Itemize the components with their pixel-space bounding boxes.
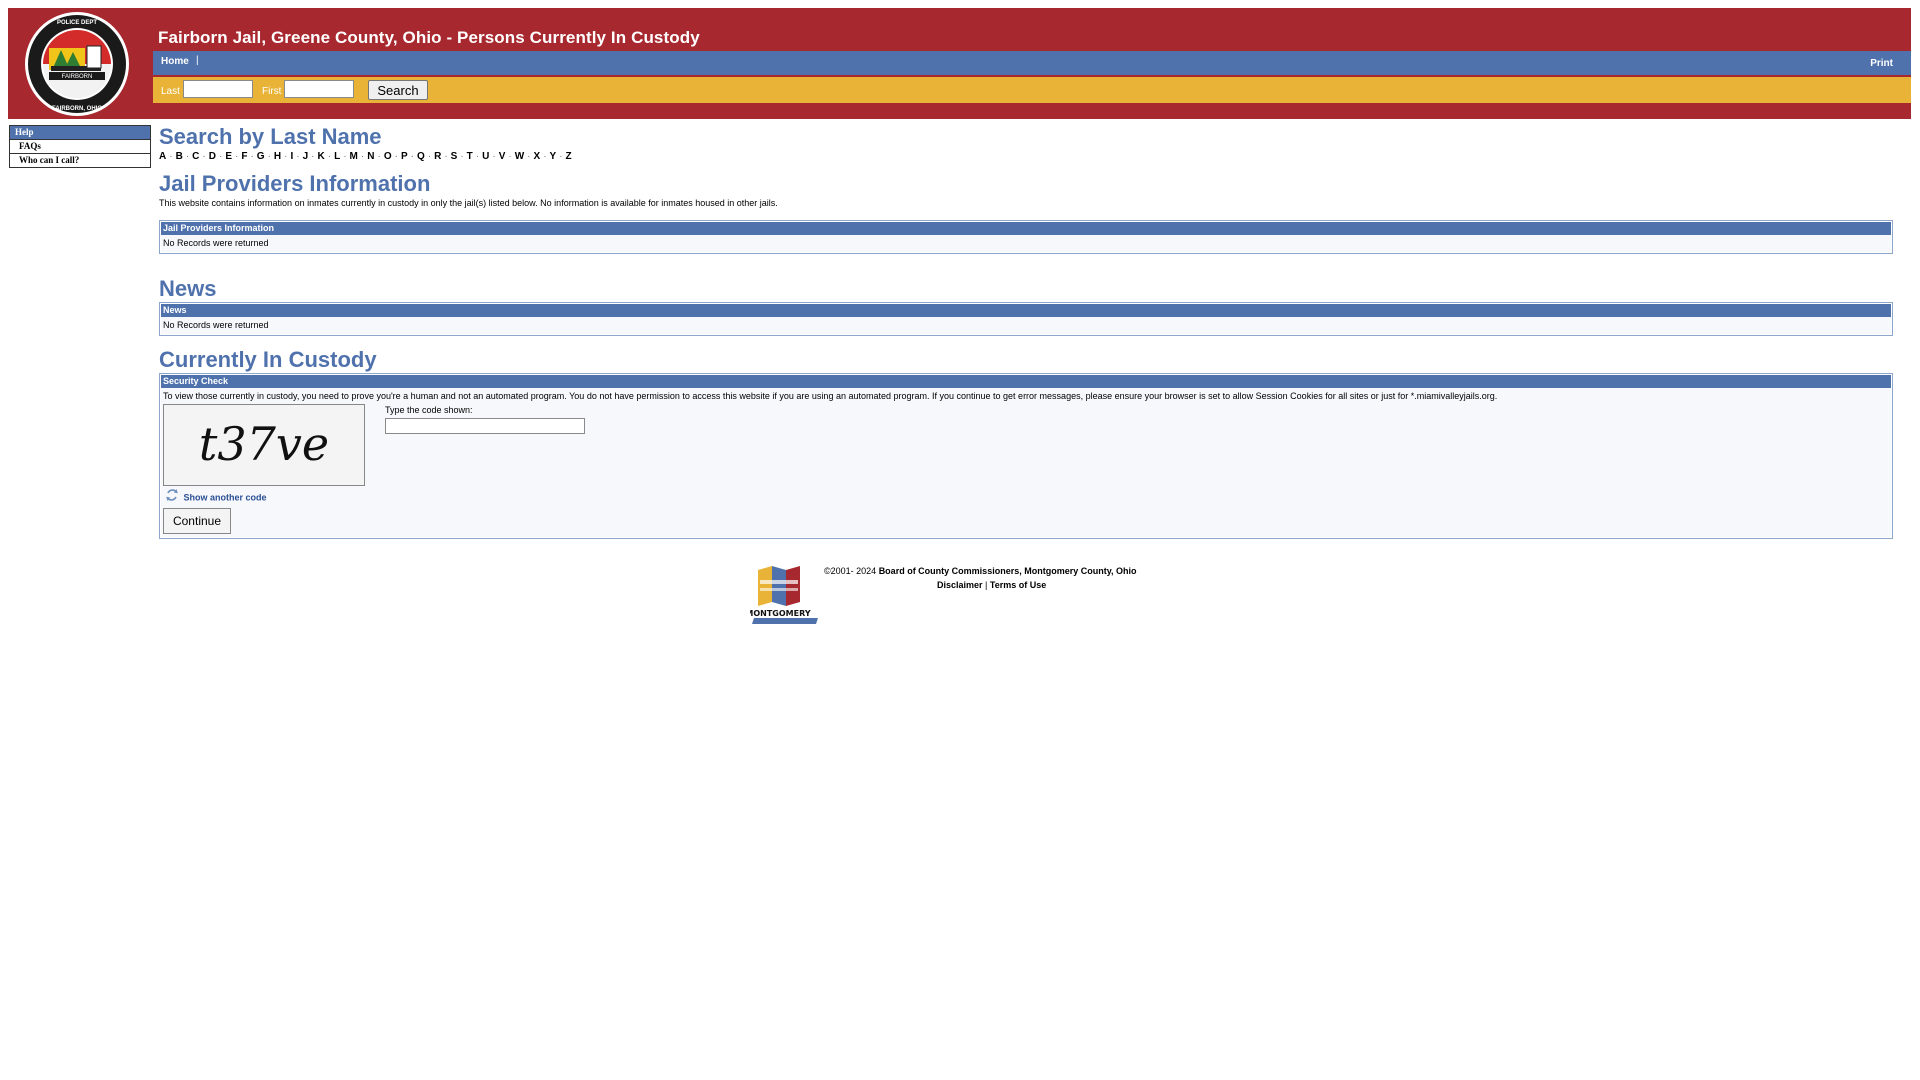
jail-providers-heading: Jail Providers Information	[159, 171, 431, 196]
letter-separator: ·	[527, 151, 531, 162]
svg-text:FAIRBORN, OHIO: FAIRBORN, OHIO	[52, 106, 102, 112]
letter-separator: ·	[444, 151, 448, 162]
news-panel-header: News	[161, 304, 1891, 317]
security-check-body: To view those currently in custody, you …	[161, 388, 1891, 537]
board-of-commissioners-link[interactable]: Board of County Commissioners, Montgomer…	[879, 566, 1137, 576]
captcha-code-input[interactable]	[385, 418, 585, 434]
security-check-panel: Security Check To view those currently i…	[159, 373, 1893, 539]
letter-link-p[interactable]: P	[401, 151, 408, 162]
letter-separator: ·	[360, 151, 365, 162]
nav-separator: |	[196, 55, 199, 66]
footer-links: Disclaimer | Terms of Use	[937, 580, 1046, 590]
svg-text:FAIRBORN: FAIRBORN	[62, 74, 93, 80]
svg-text:POLICE DEPT: POLICE DEPT	[57, 20, 97, 26]
home-link[interactable]: Home	[161, 56, 189, 67]
letter-separator: ·	[394, 151, 398, 162]
show-another-code-link[interactable]: Show another code	[163, 488, 1889, 506]
footer-separator: |	[985, 580, 988, 590]
letter-link-t[interactable]: T	[467, 151, 473, 162]
letter-separator: ·	[169, 151, 173, 162]
captcha-row: t37ve Type the code shown:	[163, 404, 1889, 486]
letter-link-k[interactable]: K	[318, 151, 325, 162]
print-link[interactable]: Print	[1870, 58, 1893, 69]
news-empty-message: No Records were returned	[161, 317, 1891, 334]
letter-separator: ·	[475, 151, 480, 162]
main-content: Search by Last Name A · B · C · D · E · F · G · H · I · J ·…	[159, 124, 1893, 539]
site-footer: MONTGOMERY ©2001- 2024 Board of County C…	[745, 564, 1170, 624]
jail-providers-empty-message: No Records were returned	[161, 235, 1891, 252]
letter-separator: ·	[311, 151, 315, 162]
jail-providers-panel: Jail Providers Information No Records we…	[159, 220, 1893, 254]
captcha-image: t37ve	[163, 404, 365, 486]
news-heading: News	[159, 276, 217, 301]
disclaimer-link[interactable]: Disclaimer	[937, 580, 983, 590]
letter-separator: ·	[234, 151, 239, 162]
alphabet-links: A · B · C · D · E · F · G · H · I · J · K · L · M · N · O · P · Q · R · S · T ·…	[159, 151, 1893, 162]
news-panel: News No Records were returned	[159, 302, 1893, 336]
letter-link-d[interactable]: D	[209, 151, 216, 162]
letter-link-o[interactable]: O	[384, 151, 392, 162]
letter-separator: ·	[185, 151, 190, 162]
letter-separator: ·	[377, 151, 381, 162]
sidebar-item-who-can-i-call[interactable]: Who can I call?	[9, 154, 151, 168]
first-name-label: First	[262, 86, 282, 97]
letter-link-e[interactable]: E	[225, 151, 232, 162]
help-sidebar: Help FAQs Who can I call?	[9, 125, 151, 168]
continue-button[interactable]: Continue	[163, 508, 231, 534]
security-check-header: Security Check	[161, 375, 1891, 388]
police-badge-logo: FAIRBORN POLICE DEPT FAIRBORN, OHIO	[21, 10, 134, 118]
last-name-label: Last	[161, 86, 180, 97]
letter-separator: ·	[427, 151, 432, 162]
currently-in-custody-heading: Currently In Custody	[159, 347, 377, 372]
footer-copyright-line: ©2001- 2024 Board of County Commissioner…	[824, 566, 1137, 576]
letter-link-m[interactable]: M	[350, 151, 358, 162]
code-input-label: Type the code shown:	[385, 405, 473, 415]
montgomery-county-logo: MONTGOMERY	[745, 566, 820, 624]
letter-link-q[interactable]: Q	[417, 151, 425, 162]
footer-logo-text: MONTGOMERY	[750, 609, 811, 618]
letter-separator: ·	[410, 151, 414, 162]
sidebar-item-faqs[interactable]: FAQs	[9, 140, 151, 154]
site-header: FAIRBORN POLICE DEPT FAIRBORN, OHIO Fair…	[8, 8, 1911, 119]
letter-separator: ·	[267, 151, 271, 162]
letter-link-g[interactable]: G	[257, 151, 265, 162]
letter-separator: ·	[296, 151, 300, 162]
refresh-icon	[165, 488, 179, 508]
letter-separator: ·	[508, 151, 512, 162]
sidebar-heading-help: Help	[9, 125, 151, 140]
nav-bar: Home | Print	[153, 51, 1911, 75]
letter-separator: ·	[202, 151, 206, 162]
letter-link-b[interactable]: B	[176, 151, 183, 162]
letter-separator: ·	[327, 151, 332, 162]
letter-separator: ·	[218, 151, 223, 162]
letter-separator: ·	[492, 151, 496, 162]
terms-of-use-link[interactable]: Terms of Use	[990, 580, 1046, 590]
letter-separator: ·	[460, 151, 464, 162]
letter-separator: ·	[543, 151, 547, 162]
jail-providers-panel-header: Jail Providers Information	[161, 222, 1891, 235]
letter-link-w[interactable]: W	[515, 151, 524, 162]
page-title: Fairborn Jail, Greene County, Ohio - Per…	[158, 28, 700, 47]
letter-link-z[interactable]: Z	[566, 151, 572, 162]
letter-separator: ·	[559, 151, 563, 162]
search-bar: Last First Search	[153, 77, 1911, 103]
letter-separator: ·	[250, 151, 254, 162]
letter-separator: ·	[343, 151, 347, 162]
security-check-text: To view those currently in custody, you …	[163, 391, 1498, 401]
first-name-input[interactable]	[284, 80, 354, 98]
captcha-code-text: t37ve	[199, 417, 329, 471]
jail-providers-description: This website contains information on inm…	[159, 198, 778, 208]
last-name-input[interactable]	[183, 80, 253, 98]
search-button[interactable]: Search	[368, 80, 428, 100]
search-by-last-name-heading: Search by Last Name	[159, 124, 382, 149]
copyright-text: ©2001- 2024	[824, 566, 877, 576]
show-another-code-label: Show another code	[183, 492, 267, 503]
